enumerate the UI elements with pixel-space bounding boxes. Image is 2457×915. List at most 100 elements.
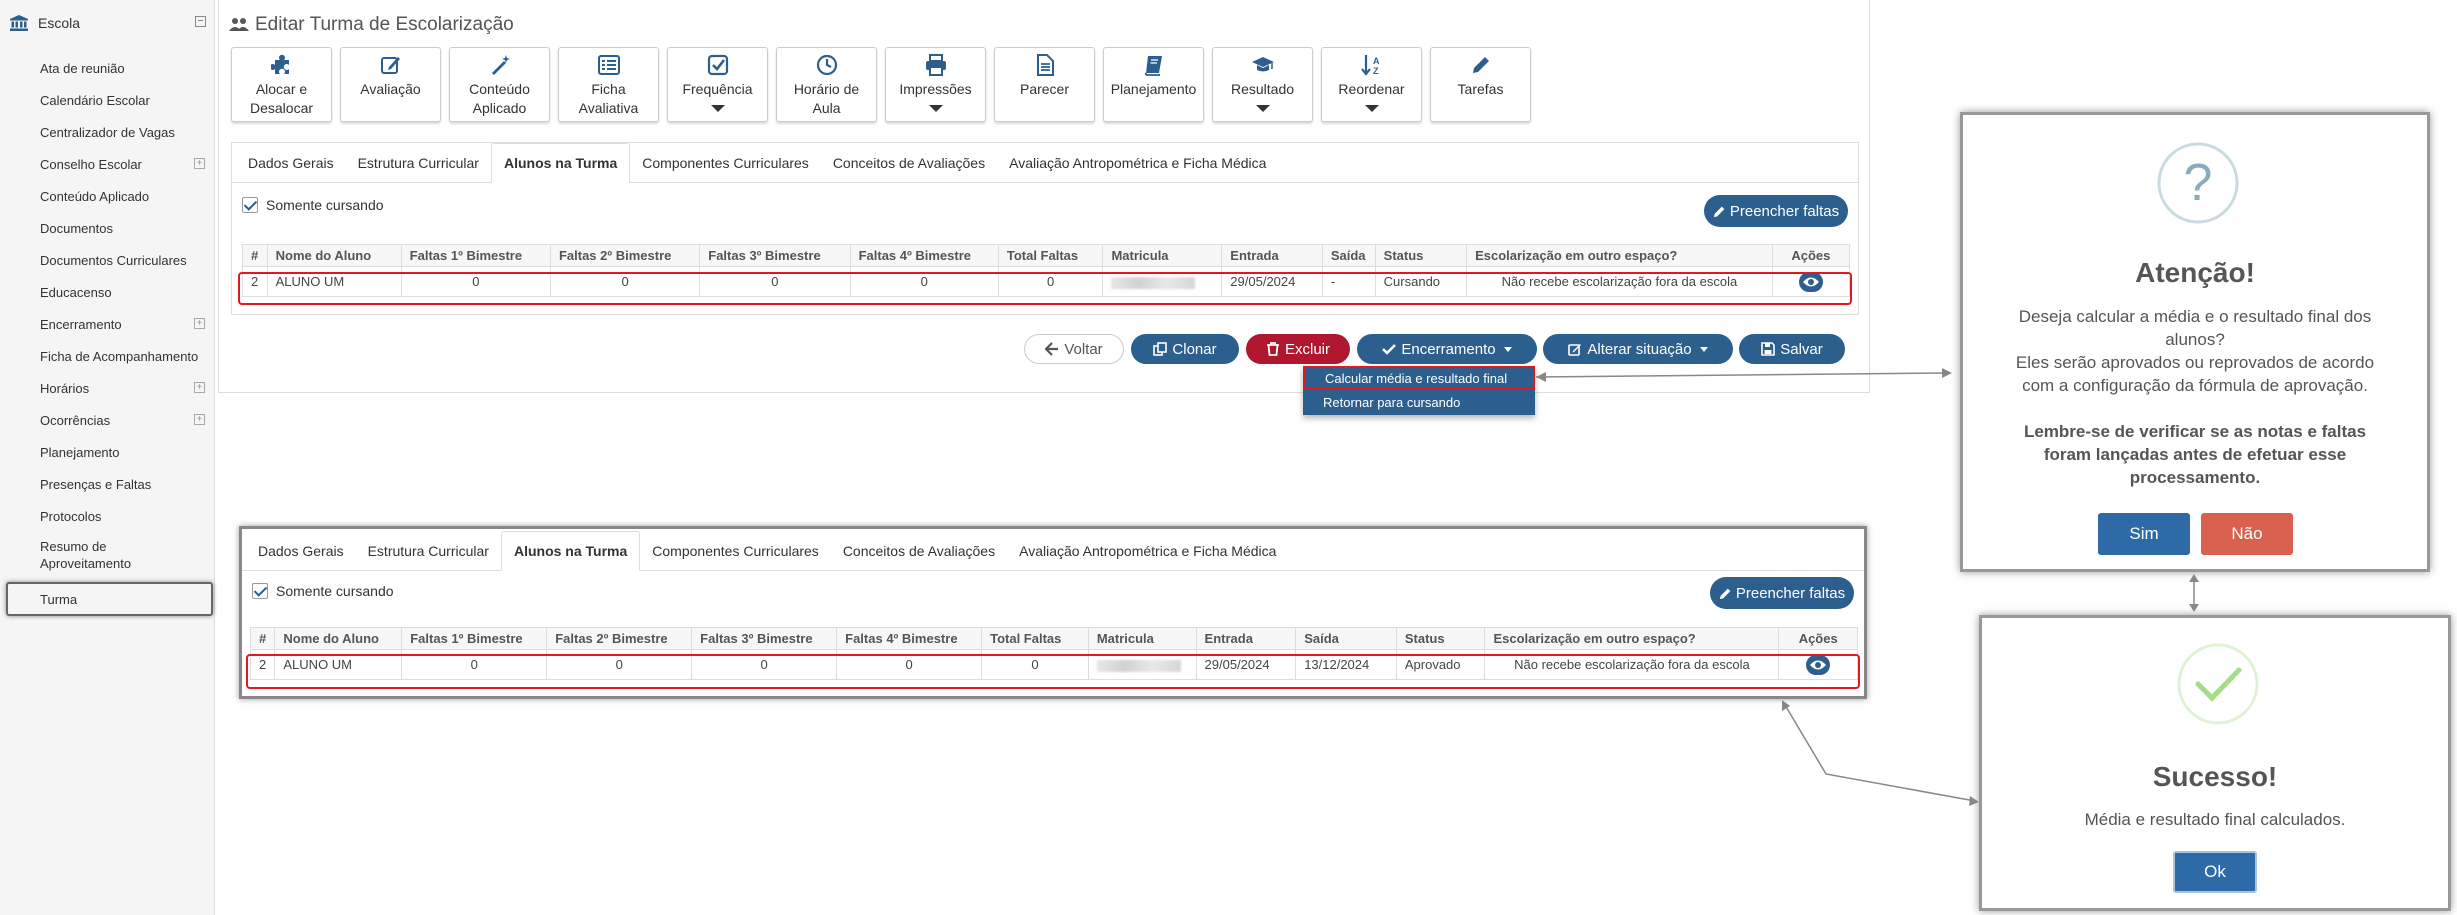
puzzle-icon — [270, 54, 289, 74]
voltar-button[interactable]: Voltar — [1024, 334, 1124, 364]
tab-avaliacao-antropometrica[interactable]: Avaliação Antropométrica e Ficha Médica — [997, 144, 1278, 182]
toolbar-label: Horário de Aula — [793, 81, 860, 116]
confirm-warning-line: foram lançadas antes de efetuar esse — [2043, 445, 2347, 464]
resultado-button[interactable]: Resultado — [1212, 47, 1313, 122]
sidebar-item-turma[interactable]: Turma — [6, 582, 213, 616]
tab-estrutura-curricular[interactable]: Estrutura Curricular — [346, 144, 491, 182]
planejamento-button[interactable]: Planejamento — [1103, 47, 1204, 122]
sidebar-item-label: Documentos — [40, 220, 113, 236]
sidebar-item-documentos[interactable]: Documentos — [0, 212, 215, 244]
sidebar-item-conteudo-aplicado[interactable]: Conteúdo Aplicado — [0, 180, 215, 212]
ficha-avaliativa-button[interactable]: Ficha Avaliativa — [558, 47, 659, 122]
conteudo-aplicado-button[interactable]: Conteúdo Aplicado — [449, 47, 550, 122]
sidebar-item-label: Resumo de Aproveitamento — [40, 539, 132, 571]
edit-icon — [1568, 344, 1582, 356]
graduation-cap-icon — [1251, 57, 1274, 72]
toolbar-label: Frequência — [682, 81, 753, 97]
sim-button[interactable]: Sim — [2098, 513, 2190, 555]
col-header: Saída — [1295, 627, 1397, 650]
sidebar-item-label: Calendário Escolar — [40, 92, 150, 108]
expand-icon[interactable]: + — [194, 414, 205, 425]
sidebar-school-header[interactable]: Escola − — [10, 12, 210, 34]
cell-acoes — [1778, 649, 1858, 680]
sort-alpha-icon: AZ — [1360, 55, 1380, 76]
sidebar: Escola − Ata de reunião Calendário Escol… — [0, 0, 215, 915]
cell-outro-espaco: Não recebe escolarização fora da escola — [1484, 649, 1780, 680]
sidebar-item-conselho-escolar[interactable]: Conselho Escolar + — [0, 148, 215, 180]
nao-button[interactable]: Não — [2201, 513, 2293, 555]
sidebar-item-centralizador-de-vagas[interactable]: Centralizador de Vagas — [0, 116, 215, 148]
page-title: Editar Turma de Escolarização — [229, 14, 514, 36]
sidebar-item-horarios[interactable]: Horários + — [0, 372, 215, 404]
tab-dados-gerais[interactable]: Dados Gerais — [246, 532, 356, 570]
salvar-button[interactable]: Salvar — [1739, 334, 1845, 364]
eye-icon — [1810, 660, 1827, 669]
sidebar-item-ocorrencias[interactable]: Ocorrências + — [0, 404, 215, 436]
tab-componentes-curriculares[interactable]: Componentes Curriculares — [630, 144, 821, 182]
sidebar-item-protocolos[interactable]: Protocolos — [0, 500, 215, 532]
impressoes-button[interactable]: Impressões — [885, 47, 986, 122]
cell-status: Cursando — [1374, 266, 1468, 297]
tab-dados-gerais[interactable]: Dados Gerais — [236, 144, 346, 182]
sidebar-item-resumo-de-aproveitamento[interactable]: Resumo de Aproveitamento — [0, 532, 215, 578]
preencher-faltas-button[interactable]: Preencher faltas — [1704, 195, 1848, 227]
sidebar-item-ficha-de-acompanhamento[interactable]: Ficha de Acompanhamento — [0, 340, 215, 372]
toolbar-label: Conteúdo Aplicado — [469, 81, 530, 116]
sidebar-item-encerramento[interactable]: Encerramento + — [0, 308, 215, 340]
view-button[interactable] — [1798, 271, 1823, 292]
tab-avaliacao-antropometrica[interactable]: Avaliação Antropométrica e Ficha Médica — [1007, 532, 1288, 570]
tab-alunos-na-turma[interactable]: Alunos na Turma — [490, 143, 631, 183]
col-header: Escolarização em outro espaço? — [1466, 244, 1773, 267]
success-modal: Sucesso! Média e resultado final calcula… — [1979, 615, 2451, 911]
tab-estrutura-curricular[interactable]: Estrutura Curricular — [356, 532, 501, 570]
clonar-button[interactable]: Clonar — [1131, 334, 1239, 364]
somente-cursando-filter[interactable]: Somente cursando — [252, 583, 394, 599]
cell-outro-espaco: Não recebe escolarização fora da escola — [1466, 266, 1773, 297]
col-header: Nome do Aluno — [266, 244, 402, 267]
tab-conceitos-de-avaliacoes[interactable]: Conceitos de Avaliações — [821, 144, 997, 182]
horario-de-aula-button[interactable]: Horário de Aula — [776, 47, 877, 122]
tab-componentes-curriculares[interactable]: Componentes Curriculares — [640, 532, 831, 570]
redacted-matricula — [1096, 659, 1181, 672]
reordenar-button[interactable]: AZ Reordenar — [1321, 47, 1422, 122]
tab-conceitos-de-avaliacoes[interactable]: Conceitos de Avaliações — [831, 532, 1007, 570]
sidebar-item-presencas-e-faltas[interactable]: Presenças e Faltas — [0, 468, 215, 500]
tarefas-button[interactable]: Tarefas — [1430, 47, 1531, 122]
somente-cursando-filter[interactable]: Somente cursando — [242, 197, 384, 213]
encerramento-button[interactable]: Encerramento — [1357, 334, 1537, 364]
col-header: Ações — [1778, 627, 1858, 650]
expand-icon[interactable]: + — [194, 158, 205, 169]
view-button[interactable] — [1806, 654, 1831, 675]
frequencia-button[interactable]: Frequência — [667, 47, 768, 122]
chevron-down-icon — [1503, 346, 1512, 352]
cell-faltas-4: 0 — [849, 266, 999, 297]
cell-num: 2 — [249, 649, 276, 680]
cell-faltas-2: 0 — [546, 649, 693, 680]
somente-cursando-checkbox[interactable] — [242, 197, 258, 213]
tab-alunos-na-turma[interactable]: Alunos na Turma — [500, 531, 641, 571]
sidebar-item-calendario-escolar[interactable]: Calendário Escolar — [0, 84, 215, 116]
sidebar-item-educacenso[interactable]: Educacenso — [0, 276, 215, 308]
encerramento-label: Encerramento — [1401, 340, 1496, 358]
sidebar-item-planejamento[interactable]: Planejamento — [0, 436, 215, 468]
preencher-faltas-button[interactable]: Preencher faltas — [1710, 577, 1854, 609]
collapse-icon[interactable]: − — [195, 16, 206, 27]
sidebar-item-ata-de-reuniao[interactable]: Ata de reunião — [0, 52, 215, 84]
sidebar-item-documentos-curriculares[interactable]: Documentos Curriculares — [0, 244, 215, 276]
col-header: Faltas 4º Bimestre — [849, 244, 999, 267]
excluir-button[interactable]: Excluir — [1246, 334, 1350, 364]
question-symbol: ? — [2183, 154, 2213, 212]
printer-icon — [925, 54, 946, 76]
avaliacao-button[interactable]: Avaliação — [340, 47, 441, 122]
parecer-button[interactable]: Parecer — [994, 47, 1095, 122]
calcular-media-option[interactable]: Calcular média e resultado final — [1303, 366, 1535, 390]
expand-icon[interactable]: + — [194, 382, 205, 393]
retornar-cursando-option[interactable]: Retornar para cursando — [1303, 390, 1535, 414]
somente-cursando-checkbox[interactable] — [252, 583, 268, 599]
ok-button[interactable]: Ok — [2173, 851, 2257, 893]
sidebar-item-label: Documentos Curriculares — [40, 252, 187, 268]
alocar-desalocar-button[interactable]: Alocar e Desalocar — [231, 47, 332, 122]
col-header: # — [242, 244, 268, 267]
alterar-situacao-button[interactable]: Alterar situação — [1543, 334, 1733, 364]
expand-icon[interactable]: + — [194, 318, 205, 329]
